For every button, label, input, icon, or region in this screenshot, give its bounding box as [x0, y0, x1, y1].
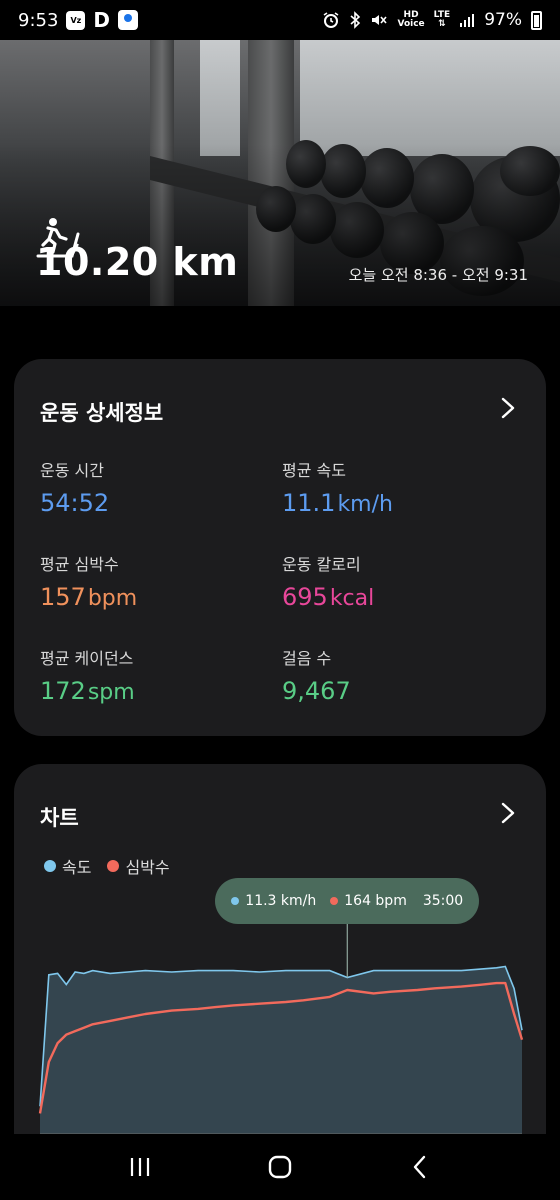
d-app-icon: D [93, 8, 111, 32]
metric-value: 157bpm [40, 583, 138, 611]
legend-heart-label: 심박수 [125, 858, 170, 877]
metric-label: 평균 심박수 [40, 555, 119, 574]
metric-value: 54:52 [40, 489, 110, 517]
legend-heart-dot [107, 860, 120, 872]
legend-speed-label: 속도 [62, 858, 92, 877]
metric-value: 695kcal [282, 583, 375, 611]
metric-value: 11.1km/h [282, 489, 393, 517]
chart-legend: 속도 심박수 [44, 854, 170, 878]
metric-duration: 운동 시간 54:52 [40, 457, 109, 517]
metric-avg-heart-rate: 평균 심박수 157bpm [40, 551, 137, 611]
metric-steps: 걸음 수 9,467 [282, 645, 351, 705]
workout-details-card[interactable]: 운동 상세정보 운동 시간 54:52 평균 속도 11.1km/h 평균 심박… [14, 359, 546, 736]
metric-calories: 운동 칼로리 695kcal [282, 551, 374, 611]
chart-tooltip: 11.3 km/h 164 bpm 35:00 [215, 878, 480, 924]
chevron-right-icon[interactable] [496, 397, 518, 419]
battery-icon [531, 10, 542, 30]
status-bar: 9:53 Vz D HD Voice LTE ⇅ 97% [0, 0, 560, 40]
tooltip-time: 35:00 [422, 893, 464, 909]
hd-voice-icon: HD Voice [397, 10, 425, 29]
home-icon[interactable] [260, 1147, 300, 1187]
legend-speed-dot [44, 860, 56, 872]
metric-value: 172spm [40, 677, 135, 705]
battery-percent: 97% [484, 10, 522, 30]
metric-value: 9,467 [282, 677, 351, 705]
metric-label: 평균 속도 [282, 461, 346, 480]
speed-area [40, 966, 522, 1134]
mute-icon [370, 11, 388, 29]
alarm-icon [322, 11, 340, 29]
signal-icon [459, 12, 475, 28]
metric-avg-cadence: 평균 케이던스 172spm [40, 645, 135, 705]
metric-label: 운동 시간 [40, 461, 104, 480]
workout-time-range: 오늘 오전 8:36 - 오전 9:31 [348, 266, 528, 284]
tooltip-heart-dot [330, 897, 339, 905]
navigation-bar [0, 1134, 560, 1200]
details-title: 운동 상세정보 [40, 401, 164, 425]
recents-icon[interactable] [120, 1147, 160, 1187]
hero-banner: 10.20 km 오늘 오전 8:36 - 오전 9:31 [0, 36, 560, 306]
metric-label: 운동 칼로리 [282, 555, 361, 574]
metric-label: 평균 케이던스 [40, 649, 134, 668]
metric-avg-speed: 평균 속도 11.1km/h [282, 457, 393, 517]
chart-title: 차트 [40, 806, 79, 830]
back-icon[interactable] [400, 1147, 440, 1187]
metric-label: 걸음 수 [282, 649, 332, 668]
tooltip-heart: 164 bpm [344, 893, 407, 909]
lte-icon: LTE ⇅ [433, 10, 451, 29]
tooltip-speed: 11.3 km/h [245, 893, 317, 909]
maps-icon [118, 10, 139, 30]
verizon-app-icon: Vz [66, 10, 86, 30]
status-time: 9:53 [18, 9, 59, 31]
tooltip-speed-dot [231, 897, 240, 905]
distance-value: 10.20 km [36, 240, 239, 284]
chevron-right-icon[interactable] [496, 802, 518, 824]
bluetooth-icon [349, 11, 361, 29]
